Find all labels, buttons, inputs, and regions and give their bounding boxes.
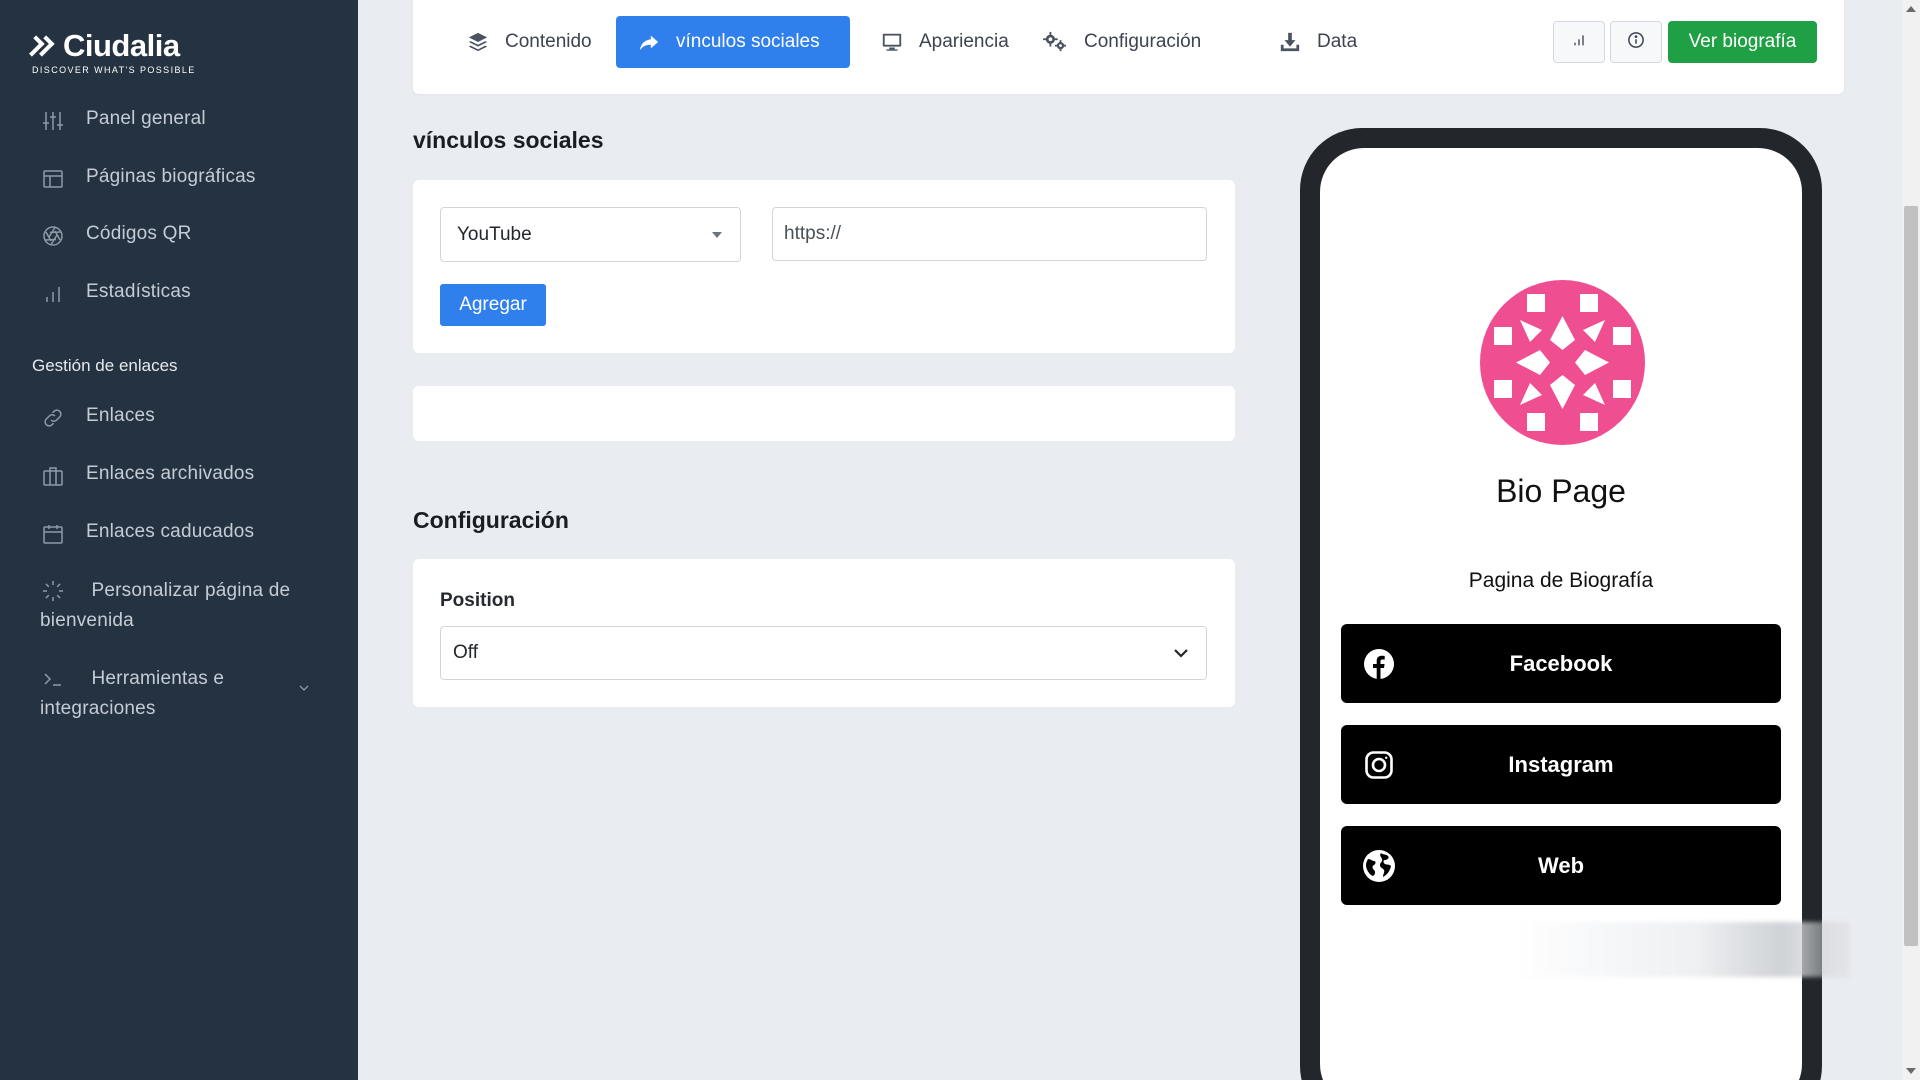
globe-icon bbox=[1362, 849, 1396, 883]
tab-label: vínculos sociales bbox=[676, 31, 820, 52]
info-button[interactable] bbox=[1610, 21, 1662, 63]
url-input[interactable]: https:// bbox=[772, 207, 1207, 261]
bio-link-web[interactable]: Web bbox=[1341, 826, 1781, 905]
chevron-down-icon bbox=[298, 674, 310, 704]
info-icon bbox=[1627, 31, 1645, 54]
page-scrollbar[interactable] bbox=[1902, 0, 1920, 1080]
sidebar-item-label: Códigos QR bbox=[86, 223, 192, 244]
settings-section-title: Configuración bbox=[413, 507, 569, 533]
sidebar-item-label: Estadísticas bbox=[86, 281, 191, 302]
briefcase-icon bbox=[40, 463, 66, 489]
instagram-icon bbox=[1362, 748, 1396, 782]
sidebar: Ciudalia DISCOVER WHAT'S POSSIBLE Panel … bbox=[0, 0, 358, 1080]
brand-logo[interactable]: Ciudalia DISCOVER WHAT'S POSSIBLE bbox=[23, 28, 196, 75]
tab-configuracion[interactable]: Configuración bbox=[1020, 16, 1223, 68]
loader-icon bbox=[40, 578, 66, 604]
chevrons-logo-icon bbox=[23, 34, 60, 58]
add-link-button[interactable]: Agregar bbox=[440, 284, 546, 326]
bio-link-facebook[interactable]: Facebook bbox=[1341, 624, 1781, 703]
bio-link-label: Instagram bbox=[1508, 751, 1614, 777]
layers-icon bbox=[467, 31, 489, 53]
sidebar-item-codigos-qr[interactable]: Códigos QR bbox=[40, 223, 192, 249]
brand-name: Ciudalia bbox=[63, 28, 180, 63]
sidebar-item-estadisticas[interactable]: Estadísticas bbox=[40, 281, 191, 307]
stats-button[interactable] bbox=[1553, 21, 1605, 63]
sidebar-item-enlaces[interactable]: Enlaces bbox=[40, 405, 155, 431]
social-links-card: YouTube https:// Agregar bbox=[413, 180, 1235, 353]
scrollbar-thumb[interactable] bbox=[1904, 206, 1918, 946]
brand-tagline: DISCOVER WHAT'S POSSIBLE bbox=[32, 65, 196, 75]
position-select[interactable]: Off bbox=[440, 626, 1207, 680]
terminal-icon bbox=[40, 666, 66, 692]
sidebar-item-panel-general[interactable]: Panel general bbox=[40, 108, 206, 134]
sidebar-item-paginas-biograficas[interactable]: Páginas biográficas bbox=[40, 166, 256, 192]
sidebar-item-label: Enlaces archivados bbox=[86, 463, 255, 484]
platform-select[interactable]: YouTube bbox=[440, 207, 741, 262]
share-icon bbox=[638, 31, 660, 53]
sidebar-item-label: Enlaces bbox=[86, 405, 155, 426]
sidebar-item-personalizar-bienvenida[interactable]: Personalizar página de bienvenida bbox=[40, 576, 340, 636]
tab-label: Apariencia bbox=[919, 31, 1009, 52]
tab-vinculos-sociales[interactable]: vínculos sociales bbox=[616, 16, 850, 68]
bio-name: Bio Page bbox=[1496, 473, 1626, 509]
sidebar-item-label: Páginas biográficas bbox=[86, 166, 256, 187]
sidebar-item-enlaces-archivados[interactable]: Enlaces archivados bbox=[40, 463, 254, 489]
tab-contenido[interactable]: Contenido bbox=[445, 16, 614, 68]
social-section-title: vínculos sociales bbox=[413, 127, 604, 153]
sidebar-item-herramientas[interactable]: Herramientas e integraciones bbox=[40, 664, 340, 724]
caret-down-icon bbox=[712, 231, 722, 238]
sidebar-item-label: Personalizar página de bienvenida bbox=[40, 580, 291, 631]
layout-icon bbox=[40, 166, 66, 192]
bar-chart-icon bbox=[40, 281, 66, 307]
calendar-icon bbox=[40, 521, 66, 547]
tab-label: Configuración bbox=[1084, 31, 1202, 52]
editor-tabbar: Contenido vínculos sociales Apariencia C… bbox=[413, 0, 1844, 94]
tab-apariencia[interactable]: Apariencia bbox=[859, 16, 1031, 68]
position-select-value: Off bbox=[453, 642, 478, 663]
facebook-icon bbox=[1362, 647, 1396, 681]
cogs-icon bbox=[1042, 31, 1068, 53]
sidebar-item-enlaces-caducados[interactable]: Enlaces caducados bbox=[40, 521, 254, 547]
chevron-down-icon bbox=[1172, 645, 1190, 667]
bio-link-label: Web bbox=[1537, 852, 1585, 878]
blurred-footer-overlay bbox=[1511, 922, 1849, 977]
bio-description: Pagina de Biografía bbox=[1468, 569, 1654, 592]
platform-select-value: YouTube bbox=[457, 223, 532, 245]
bio-link-label: Facebook bbox=[1509, 650, 1613, 676]
sidebar-item-label: Panel general bbox=[86, 108, 206, 129]
scroll-up-icon[interactable] bbox=[1906, 6, 1916, 12]
sidebar-item-label: Herramientas e integraciones bbox=[40, 668, 225, 719]
view-bio-button[interactable]: Ver biografía bbox=[1668, 21, 1817, 63]
tab-label: Data bbox=[1317, 31, 1358, 52]
link-icon bbox=[40, 405, 66, 431]
settings-card: Position Off bbox=[413, 559, 1235, 707]
position-label: Position bbox=[440, 590, 515, 611]
avatar bbox=[1480, 280, 1645, 445]
aperture-icon bbox=[40, 223, 66, 249]
sliders-icon bbox=[40, 108, 66, 134]
scroll-down-icon[interactable] bbox=[1906, 1068, 1916, 1074]
sidebar-item-label: Enlaces caducados bbox=[86, 521, 255, 542]
bio-link-instagram[interactable]: Instagram bbox=[1341, 725, 1781, 804]
monitor-icon bbox=[881, 31, 903, 53]
tab-data[interactable]: Data bbox=[1257, 16, 1379, 68]
bar-chart-icon bbox=[1571, 32, 1587, 53]
download-icon bbox=[1279, 31, 1301, 53]
sidebar-section-title: Gestión de enlaces bbox=[32, 356, 178, 375]
tab-label: Contenido bbox=[505, 31, 592, 52]
url-input-placeholder: https:// bbox=[784, 223, 842, 244]
social-links-list bbox=[413, 386, 1235, 441]
